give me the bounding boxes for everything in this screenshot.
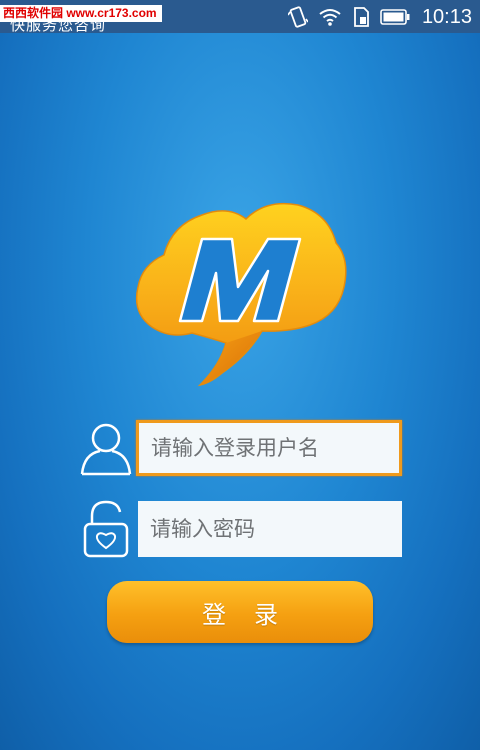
watermark-label: 西西软件园 www.cr173.com [0,5,162,22]
password-row [78,498,408,560]
status-bar: 快服务您咨询 西西软件园 www.cr173.com 10:13 [0,0,480,34]
clock-time: 10:13 [421,5,472,28]
app-logo [135,202,347,387]
password-input[interactable] [138,501,402,557]
username-input[interactable] [136,420,402,476]
sim-icon [354,7,369,27]
vibrate-icon [287,6,308,28]
username-row [78,418,408,480]
user-icon [80,423,132,476]
battery-icon [380,9,410,25]
login-button[interactable]: 登录 [107,581,373,643]
lock-icon [83,500,129,558]
wifi-icon [319,9,341,26]
status-icons: 10:13 [287,4,472,30]
